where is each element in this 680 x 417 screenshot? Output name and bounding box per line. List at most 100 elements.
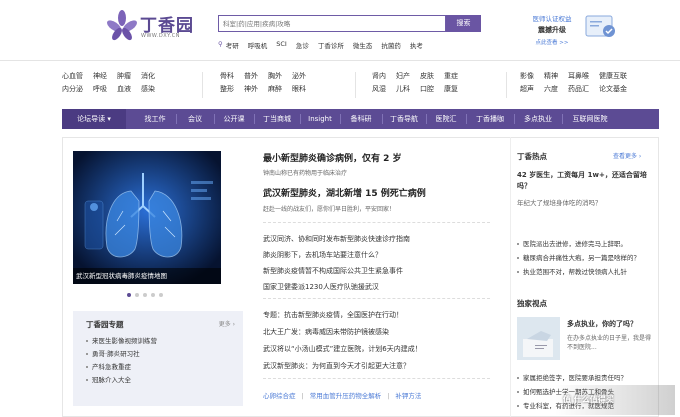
nav-link[interactable]: 眼科 [292, 83, 306, 96]
bottom-link[interactable]: 常用血管升压药物全解析 [310, 390, 382, 400]
featured-slide[interactable]: 武汉新型冠状病毒肺炎疫情地图 [73, 151, 221, 284]
nav-link[interactable]: 泌外 [292, 70, 306, 83]
bottom-link[interactable]: 补钾方法 [395, 390, 421, 400]
nav-link[interactable]: 精神 [544, 70, 558, 83]
menu-item[interactable]: 备科研 [340, 109, 382, 129]
news-link[interactable]: 新型肺炎疫情暂不构成国际公共卫生紧急事件 [263, 266, 403, 276]
nav-group-internal: 心血管 神经 肿瘤 消化 内分泌 呼吸 血液 感染 [62, 70, 165, 96]
nav-link[interactable]: 血液 [117, 83, 131, 96]
menu-item[interactable]: 丁当商城 [254, 109, 300, 129]
menu-item[interactable]: 多点执业 [514, 109, 562, 129]
topic-item[interactable]: 勇哥·肺炎研习社 [86, 348, 140, 358]
search-button[interactable]: 搜索 [446, 15, 481, 32]
nav-link[interactable]: 重症 [444, 70, 458, 83]
nav-link[interactable]: 康复 [444, 83, 458, 96]
slide-dot[interactable] [143, 293, 147, 297]
headline-2[interactable]: 武汉新型肺炎，湖北新增 15 例死亡病例 [263, 186, 426, 199]
menu-item[interactable]: 互联网医院 [562, 109, 618, 129]
nav-link[interactable]: 药品汇 [568, 83, 589, 96]
headline-1[interactable]: 最小新型肺炎确诊病例，仅有 2 岁 [263, 151, 402, 164]
hot-topic-sub[interactable]: 年纪大了规培身体吃的消吗？ [517, 197, 602, 207]
hot-link[interactable]: 抗菌药 [381, 40, 401, 50]
nav-link[interactable]: 内分泌 [62, 83, 83, 96]
hot-link[interactable]: 微生态 [353, 40, 373, 50]
hot-topic-item[interactable]: 医院派出去进修，进修完马上辞职。 [517, 238, 627, 248]
subline-2[interactable]: 赶赴一线的战友们，愿你们早日胜利，平安回家！ [263, 204, 395, 213]
news-link[interactable]: 武汉新型肺炎：为何直到今天才引起更大注意？ [263, 361, 410, 371]
promo-link[interactable]: 点此查看 >> [522, 38, 582, 46]
news-link[interactable]: 国家卫健委派1230人医疗队驰援武汉 [263, 282, 379, 292]
hot-topic-item[interactable]: 糖尿病合并痛性大疱，另一篇是啥样的？ [517, 252, 640, 262]
hot-topics-more-link[interactable]: 查看更多 › [613, 151, 641, 160]
news-link[interactable]: 武汉同济、协和同时发布新型肺炎快速诊疗指南 [263, 234, 410, 244]
topic-item[interactable]: 产科急救重症 [86, 361, 131, 371]
bottom-link[interactable]: 心卵综合症 [263, 390, 296, 400]
nav-link[interactable]: 胸外 [268, 70, 282, 83]
menu-label: 论坛导读 [77, 115, 106, 123]
hot-topic-headline[interactable]: 42 岁医生，工资每月 1w+，还适合留培吗？ [517, 170, 649, 192]
nav-link[interactable]: 耳鼻喉 [568, 70, 589, 83]
nav-link[interactable]: 论文基金 [599, 83, 627, 96]
nav-link[interactable]: 心血管 [62, 70, 83, 83]
hot-link[interactable]: 丁香诊所 [318, 40, 344, 50]
nav-link[interactable]: 健康互联 [599, 70, 627, 83]
nav-link[interactable]: 影像 [520, 70, 534, 83]
subline-1[interactable]: 钟南山称已有药物用于临床治疗 [263, 168, 347, 177]
slide-dot[interactable] [127, 293, 131, 297]
nav-link[interactable]: 六度 [544, 83, 558, 96]
exclusive-headline[interactable]: 多点执业，你的了吗？ [567, 319, 637, 329]
slide-dot[interactable] [135, 293, 139, 297]
nav-link[interactable]: 骨科 [220, 70, 234, 83]
menu-item[interactable]: 找工作 [134, 109, 176, 129]
slide-dot[interactable] [159, 293, 163, 297]
link-separator: | [387, 392, 390, 400]
menu-forum-guide[interactable]: 论坛导读 ▾ [62, 109, 126, 129]
nav-link[interactable]: 呼吸 [93, 83, 107, 96]
hot-link[interactable]: SCI [276, 40, 287, 50]
nav-link[interactable]: 皮肤 [420, 70, 434, 83]
nav-group-other: 肾内 妇产 皮肤 重症 风湿 儿科 口腔 康复 [372, 70, 468, 96]
nav-link[interactable]: 普外 [244, 70, 258, 83]
exclusive-item[interactable]: 家属拒绝签字，医院要承担责任吗？ [517, 372, 627, 382]
exclusive-sub[interactable]: 在办多点执业的日子里，我是得不到医院... [567, 334, 652, 352]
menu-item[interactable]: 丁香导航 [382, 109, 426, 129]
menu-item[interactable]: Insight [300, 109, 340, 129]
news-link[interactable]: 专题：抗击新型肺炎疫情，全国医护在行动！ [263, 310, 403, 320]
nav-link[interactable]: 儿科 [396, 83, 410, 96]
nav-link[interactable]: 超声 [520, 83, 534, 96]
nav-link[interactable]: 神外 [244, 83, 258, 96]
hot-link[interactable]: 考研 [226, 40, 239, 50]
slide-dot[interactable] [151, 293, 155, 297]
nav-link[interactable]: 感染 [141, 83, 155, 96]
menu-item[interactable]: 丁香播咖 [466, 109, 514, 129]
menu-item[interactable]: 会议 [176, 109, 214, 129]
nav-link[interactable]: 肿瘤 [117, 70, 131, 83]
slide-caption[interactable]: 武汉新型冠状病毒肺炎疫情地图 [73, 268, 221, 284]
hot-topic-item[interactable]: 执业范围不对，帮教过快领病人扎针 [517, 266, 627, 276]
hot-link[interactable]: 呼吸机 [248, 40, 268, 50]
menu-item[interactable]: 公开课 [214, 109, 254, 129]
topic-item[interactable]: 冠脉介入大全 [86, 374, 131, 384]
nav-link[interactable]: 消化 [141, 70, 155, 83]
nav-link[interactable]: 风湿 [372, 83, 386, 96]
nav-link[interactable]: 口腔 [420, 83, 434, 96]
search-input[interactable] [218, 15, 446, 32]
topic-item[interactable]: 来医生影像视频训练营 [86, 335, 157, 345]
news-link[interactable]: 肺炎阴影下，去机场车站要注意什么？ [263, 250, 382, 260]
hot-link[interactable]: 执考 [410, 40, 423, 50]
hot-link[interactable]: 急诊 [296, 40, 309, 50]
news-link[interactable]: 北大王广发：病毒威因未带防护镜被感染 [263, 327, 389, 337]
nav-link[interactable]: 神经 [93, 70, 107, 83]
nav-link[interactable]: 整形 [220, 83, 234, 96]
topics-more-link[interactable]: 更多 › [219, 319, 235, 328]
menu-item[interactable]: 医院汇 [426, 109, 466, 129]
topics-box: 丁香园专题 更多 › 来医生影像视频训练营 勇哥·肺炎研习社 产科急救重症 冠脉… [73, 311, 243, 406]
nav-link[interactable]: 肾内 [372, 70, 386, 83]
certification-promo[interactable]: 医师认证权益 震撼升级 点此查看 >> [522, 13, 582, 46]
promo-line-1: 医师认证权益 [532, 15, 572, 23]
nav-link[interactable]: 妇产 [396, 70, 410, 83]
clove-logo-icon[interactable] [107, 10, 137, 42]
news-link[interactable]: 武汉将以“小汤山模式”建立医院，计划6天内建成！ [263, 344, 422, 354]
nav-link[interactable]: 麻醉 [268, 83, 282, 96]
exclusive-thumbnail[interactable] [517, 317, 560, 360]
